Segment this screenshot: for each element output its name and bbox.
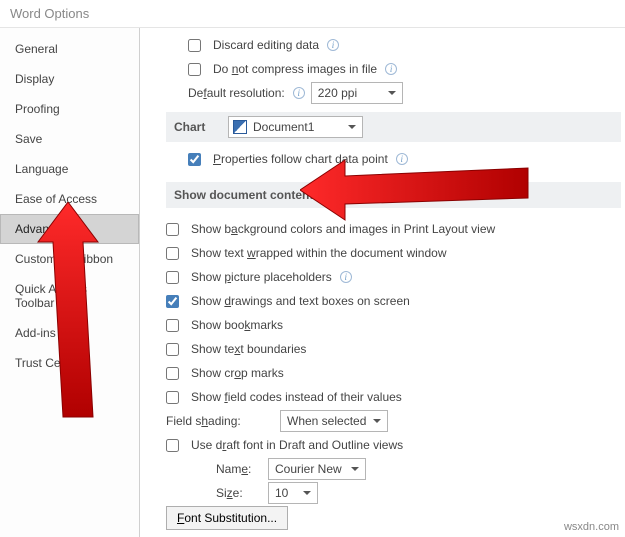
window-title-bar: Word Options (0, 0, 625, 28)
sidebar-item-label: Trust Center (15, 356, 81, 370)
bookmarks-label: Show bookmarks (191, 318, 283, 332)
sidebar-item-general[interactable]: General (0, 34, 139, 64)
sidebar-item-label: Save (15, 132, 42, 146)
textbound-label: Show text boundaries (191, 342, 306, 356)
default-resolution-label: Default resolution: (188, 86, 285, 100)
default-resolution-value: 220 ppi (318, 86, 357, 100)
draftfont-checkbox[interactable] (166, 439, 179, 452)
picplace-label: Show picture placeholders (191, 270, 332, 284)
cropmarks-row: Show crop marks (166, 362, 625, 384)
cropmarks-label: Show crop marks (191, 366, 284, 380)
chart-properties-label: Properties follow chart data point (213, 152, 388, 166)
default-resolution-select[interactable]: 220 ppi (311, 82, 403, 104)
sidebar-item-quick-access-toolbar[interactable]: Quick Access Toolbar (0, 274, 139, 318)
sidebar-item-label: Language (15, 162, 68, 176)
textbound-row: Show text boundaries (166, 338, 625, 360)
sidebar-item-display[interactable]: Display (0, 64, 139, 94)
info-icon[interactable]: i (327, 39, 339, 51)
chart-properties-row: Properties follow chart data point i (188, 148, 625, 170)
document-icon (233, 120, 247, 134)
sidebar-item-label: Quick Access Toolbar (15, 282, 87, 310)
compress-images-checkbox[interactable] (188, 63, 201, 76)
window-title: Word Options (10, 6, 89, 21)
sidebar-item-advanced[interactable]: Advanced (0, 214, 139, 244)
sidebar-item-save[interactable]: Save (0, 124, 139, 154)
fieldcodes-label: Show field codes instead of their values (191, 390, 402, 404)
info-icon[interactable]: i (293, 87, 305, 99)
compress-images-row: Do not compress images in file i (188, 58, 625, 80)
bgcolors-label: Show background colors and images in Pri… (191, 222, 495, 236)
sidebar-item-label: Customize Ribbon (15, 252, 113, 266)
bgcolors-checkbox[interactable] (166, 223, 179, 236)
wrapped-label: Show text wrapped within the document wi… (191, 246, 446, 260)
chart-section-bar: Chart Document1 (166, 112, 621, 142)
sidebar-item-add-ins[interactable]: Add-ins (0, 318, 139, 348)
sidebar-item-ease-of-access[interactable]: Ease of Access (0, 184, 139, 214)
fieldshading-select[interactable]: When selected (280, 410, 388, 432)
font-substitution-button[interactable]: Font Substitution... (166, 506, 288, 530)
discard-editing-label: Discard editing data (213, 38, 319, 52)
bookmarks-checkbox[interactable] (166, 319, 179, 332)
cropmarks-checkbox[interactable] (166, 367, 179, 380)
picplace-checkbox[interactable] (166, 271, 179, 284)
fontname-row: Name: Courier New (216, 458, 625, 480)
fontsize-label: Size: (216, 486, 262, 500)
sidebar-item-trust-center[interactable]: Trust Center (0, 348, 139, 378)
sidebar-item-label: Proofing (15, 102, 60, 116)
sidebar: General Display Proofing Save Language E… (0, 28, 140, 537)
chart-document-value: Document1 (253, 120, 314, 134)
fieldcodes-checkbox[interactable] (166, 391, 179, 404)
sidebar-item-label: Display (15, 72, 54, 86)
expand-row: Expand all headings when opening a docum… (166, 532, 625, 537)
sidebar-item-label: General (15, 42, 58, 56)
bgcolors-row: Show background colors and images in Pri… (166, 218, 625, 240)
fontname-select[interactable]: Courier New (268, 458, 366, 480)
discard-editing-row: Discard editing data i (188, 34, 625, 56)
bookmarks-row: Show bookmarks (166, 314, 625, 336)
drawings-row: Show drawings and text boxes on screen (166, 290, 625, 312)
wrapped-checkbox[interactable] (166, 247, 179, 260)
info-icon[interactable]: i (396, 153, 408, 165)
info-icon[interactable]: i (385, 63, 397, 75)
fieldshading-label: Field shading: (166, 414, 274, 428)
info-icon[interactable]: i (340, 271, 352, 283)
content-panel: Discard editing data i Do not compress i… (140, 28, 625, 537)
fontsize-value: 10 (275, 486, 288, 500)
draftfont-label: Use draft font in Draft and Outline view… (191, 438, 403, 452)
picplace-row: Show picture placeholders i (166, 266, 625, 288)
textbound-checkbox[interactable] (166, 343, 179, 356)
fieldcodes-row: Show field codes instead of their values (166, 386, 625, 408)
sidebar-item-proofing[interactable]: Proofing (0, 94, 139, 124)
discard-editing-checkbox[interactable] (188, 39, 201, 52)
fontname-label: Name: (216, 462, 262, 476)
chart-properties-checkbox[interactable] (188, 153, 201, 166)
chart-document-select[interactable]: Document1 (228, 116, 363, 138)
chart-section-label: Chart (174, 120, 218, 134)
drawings-checkbox[interactable] (166, 295, 179, 308)
fontsize-row: Size: 10 (216, 482, 625, 504)
watermark: wsxdn.com (564, 521, 619, 533)
section-heading-label: Show document content (174, 188, 313, 202)
sidebar-item-language[interactable]: Language (0, 154, 139, 184)
fontsub-row: Font Substitution... (166, 506, 625, 530)
drawings-label: Show drawings and text boxes on screen (191, 294, 410, 308)
default-resolution-row: Default resolution: i 220 ppi (188, 82, 625, 104)
compress-images-label: Do not compress images in file (213, 62, 377, 76)
sidebar-item-label: Add-ins (15, 326, 56, 340)
sidebar-item-label: Ease of Access (15, 192, 97, 206)
draftfont-row: Use draft font in Draft and Outline view… (166, 434, 625, 456)
fontsize-select[interactable]: 10 (268, 482, 318, 504)
fieldshading-row: Field shading: When selected (166, 410, 625, 432)
fontname-value: Courier New (275, 462, 342, 476)
main-area: General Display Proofing Save Language E… (0, 28, 625, 537)
sidebar-item-label: Advanced (15, 222, 68, 236)
wrapped-row: Show text wrapped within the document wi… (166, 242, 625, 264)
show-document-content-heading: Show document content (166, 182, 621, 208)
sidebar-item-customize-ribbon[interactable]: Customize Ribbon (0, 244, 139, 274)
fieldshading-value: When selected (287, 414, 366, 428)
